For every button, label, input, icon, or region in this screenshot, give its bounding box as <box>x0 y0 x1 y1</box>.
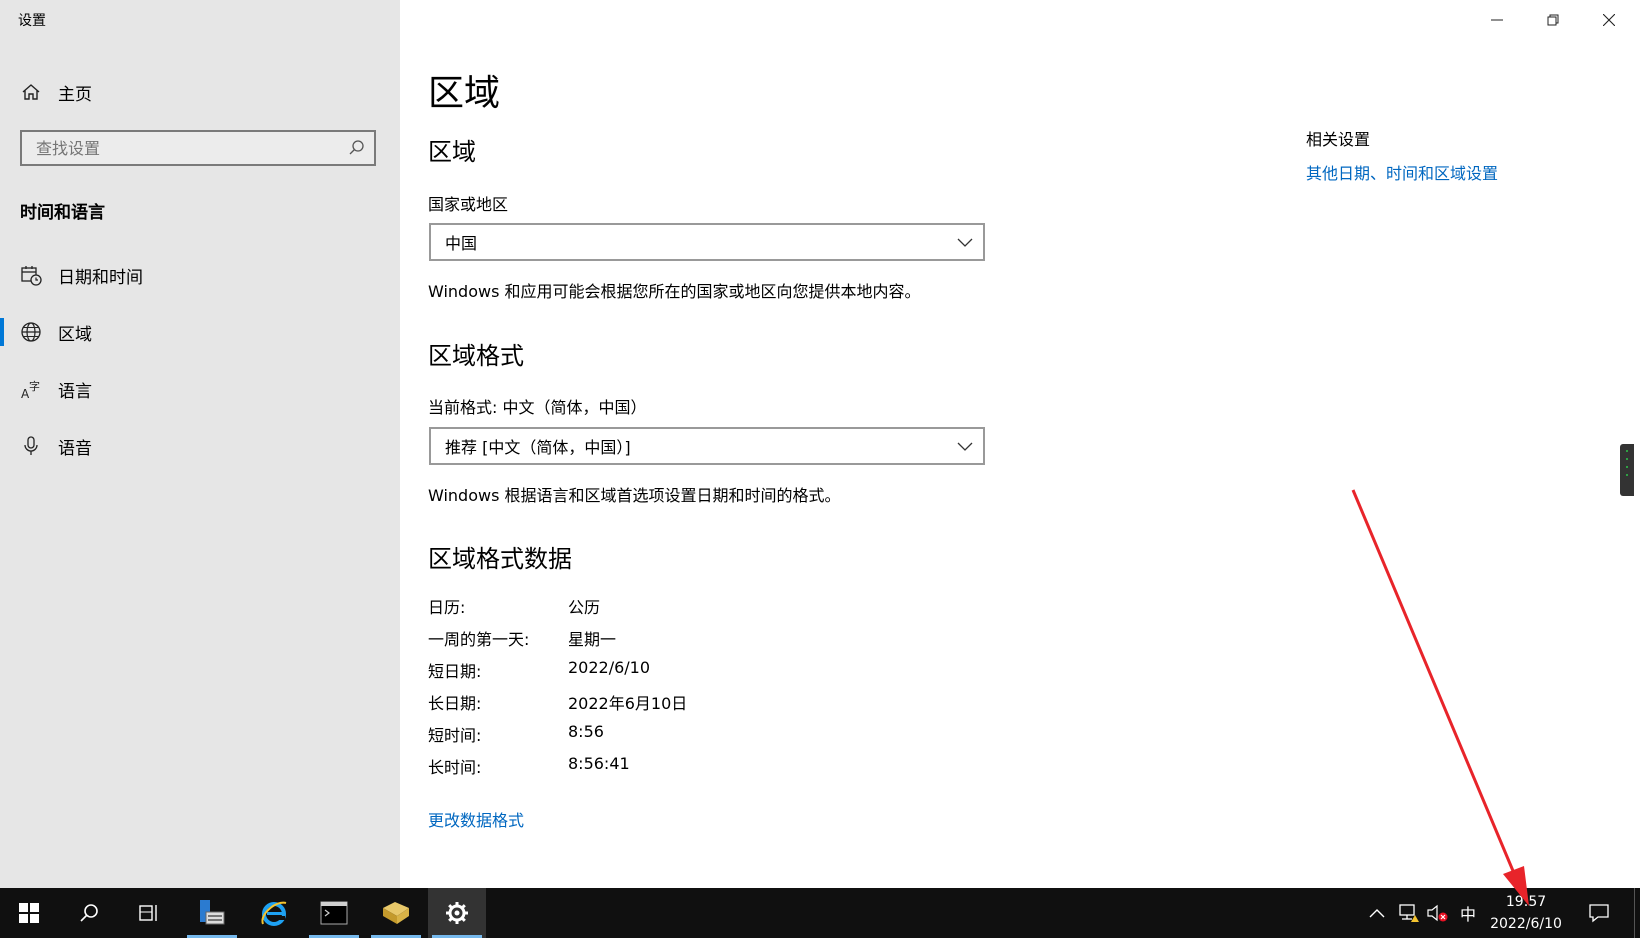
format-value: 星期一 <box>568 630 617 649</box>
format-dropdown[interactable]: 推荐 [中文（简体，中国）] <box>429 427 985 465</box>
notification-icon <box>1589 904 1609 923</box>
minimize-icon <box>1491 19 1503 21</box>
task-view-icon <box>139 905 157 921</box>
close-icon <box>1603 14 1615 26</box>
format-key: 长日期: <box>428 694 482 713</box>
language-icon: A字 <box>20 378 42 400</box>
restore-icon <box>1547 14 1559 26</box>
table-row: 日历: 公历 <box>428 594 828 618</box>
sidebar-section-title: 时间和语言 <box>20 203 105 223</box>
start-icon <box>19 903 39 923</box>
internet-explorer-icon <box>261 901 287 926</box>
chevron-down-icon <box>957 238 973 247</box>
taskbar-server-manager[interactable] <box>183 888 241 938</box>
network-status[interactable] <box>1394 888 1424 938</box>
clock-time: 19:57 <box>1505 894 1547 910</box>
taskbar-file-explorer[interactable] <box>367 888 425 938</box>
format-key: 长时间: <box>428 758 482 777</box>
page-title: 区域 <box>428 73 501 114</box>
calendar-clock-icon <box>20 264 42 286</box>
taskbar: 中 19:57 2022/6/10 <box>0 888 1640 938</box>
format-key: 短时间: <box>428 726 482 745</box>
region-description: Windows 和应用可能会根据您所在的国家或地区向您提供本地内容。 <box>428 282 921 301</box>
taskbar-clock[interactable]: 19:57 2022/6/10 <box>1486 888 1566 938</box>
search-icon <box>80 904 98 922</box>
format-key: 一周的第一天: <box>428 630 530 649</box>
search-input[interactable] <box>22 132 336 164</box>
country-dropdown[interactable]: 中国 <box>429 223 985 261</box>
chevron-up-icon <box>1369 909 1385 918</box>
globe-icon <box>20 321 42 343</box>
show-desktop-button[interactable] <box>1634 888 1640 938</box>
format-description: Windows 根据语言和区域首选项设置日期和时间的格式。 <box>428 486 841 505</box>
chevron-down-icon <box>957 442 973 451</box>
svg-text:字: 字 <box>29 379 40 393</box>
command-prompt-icon <box>320 901 348 925</box>
format-value: 推荐 [中文（简体，中国）] <box>445 438 631 457</box>
format-value: 2022年6月10日 <box>568 694 688 713</box>
format-key: 日历: <box>428 598 466 617</box>
microphone-icon <box>20 435 42 457</box>
sidebar-item-date-time[interactable]: 日期和时间 <box>0 255 400 295</box>
sidebar-item-language[interactable]: A字 语言 <box>0 369 400 409</box>
current-format-label: 当前格式: 中文（简体，中国） <box>428 398 647 417</box>
table-row: 短日期: 2022/6/10 <box>428 658 828 682</box>
table-row: 长时间: 8:56:41 <box>428 754 828 778</box>
format-value: 8:56:41 <box>568 754 630 773</box>
ime-indicator[interactable]: 中 <box>1454 888 1482 938</box>
table-row: 一周的第一天: 星期一 <box>428 626 828 650</box>
restore-button[interactable] <box>1526 0 1580 40</box>
sidebar-item-speech[interactable]: 语音 <box>0 426 400 466</box>
settings-sidebar: 设置 主页 时间和语言 日期和时间 区域 A字 语言 语音 <box>0 0 400 888</box>
settings-gear-icon <box>446 902 468 924</box>
sidebar-item-label: 语音 <box>58 438 92 459</box>
sidebar-item-label: 区域 <box>58 324 92 345</box>
search-settings[interactable] <box>20 130 376 166</box>
country-label: 国家或地区 <box>428 195 509 214</box>
sidebar-item-region[interactable]: 区域 <box>0 312 400 352</box>
format-value: 8:56 <box>568 722 604 741</box>
side-scroll-handle[interactable] <box>1620 444 1634 496</box>
show-hidden-icons-button[interactable] <box>1362 888 1392 938</box>
table-row: 长日期: 2022年6月10日 <box>428 690 828 714</box>
change-data-format-link[interactable]: 更改数据格式 <box>428 807 524 831</box>
region-heading: 区域 <box>428 138 476 166</box>
settings-content: 区域 区域 国家或地区 中国 Windows 和应用可能会根据您所在的国家或地区… <box>400 0 1640 888</box>
start-button[interactable] <box>0 888 58 938</box>
taskbar-search-button[interactable] <box>60 888 118 938</box>
clock-date: 2022/6/10 <box>1490 916 1562 932</box>
format-key: 短日期: <box>428 662 482 681</box>
format-heading: 区域格式 <box>428 342 524 370</box>
minimize-button[interactable] <box>1470 0 1524 40</box>
taskbar-settings[interactable] <box>428 888 486 938</box>
volume-status[interactable] <box>1424 888 1452 938</box>
action-center-button[interactable] <box>1574 888 1624 938</box>
format-value: 2022/6/10 <box>568 658 651 677</box>
file-explorer-icon <box>383 902 409 924</box>
related-settings-title: 相关设置 <box>1306 130 1371 149</box>
taskbar-internet-explorer[interactable] <box>245 888 303 938</box>
network-warning-icon <box>1399 904 1419 922</box>
sidebar-item-label: 日期和时间 <box>58 267 143 288</box>
home-icon <box>20 81 42 103</box>
additional-date-time-region-link[interactable]: 其他日期、时间和区域设置 <box>1306 160 1498 184</box>
sidebar-item-label: 语言 <box>58 381 92 402</box>
server-manager-icon <box>200 900 225 925</box>
format-data-heading: 区域格式数据 <box>428 545 572 573</box>
taskbar-command-prompt[interactable] <box>305 888 363 938</box>
close-button[interactable] <box>1582 0 1636 40</box>
window-title: 设置 <box>18 13 46 29</box>
sidebar-home-label: 主页 <box>58 84 92 105</box>
sidebar-home[interactable]: 主页 <box>0 72 400 112</box>
country-value: 中国 <box>445 234 478 253</box>
volume-muted-icon <box>1427 904 1448 922</box>
search-icon[interactable] <box>348 139 366 161</box>
task-view-button[interactable] <box>120 888 178 938</box>
format-value: 公历 <box>568 598 601 617</box>
table-row: 短时间: 8:56 <box>428 722 828 746</box>
